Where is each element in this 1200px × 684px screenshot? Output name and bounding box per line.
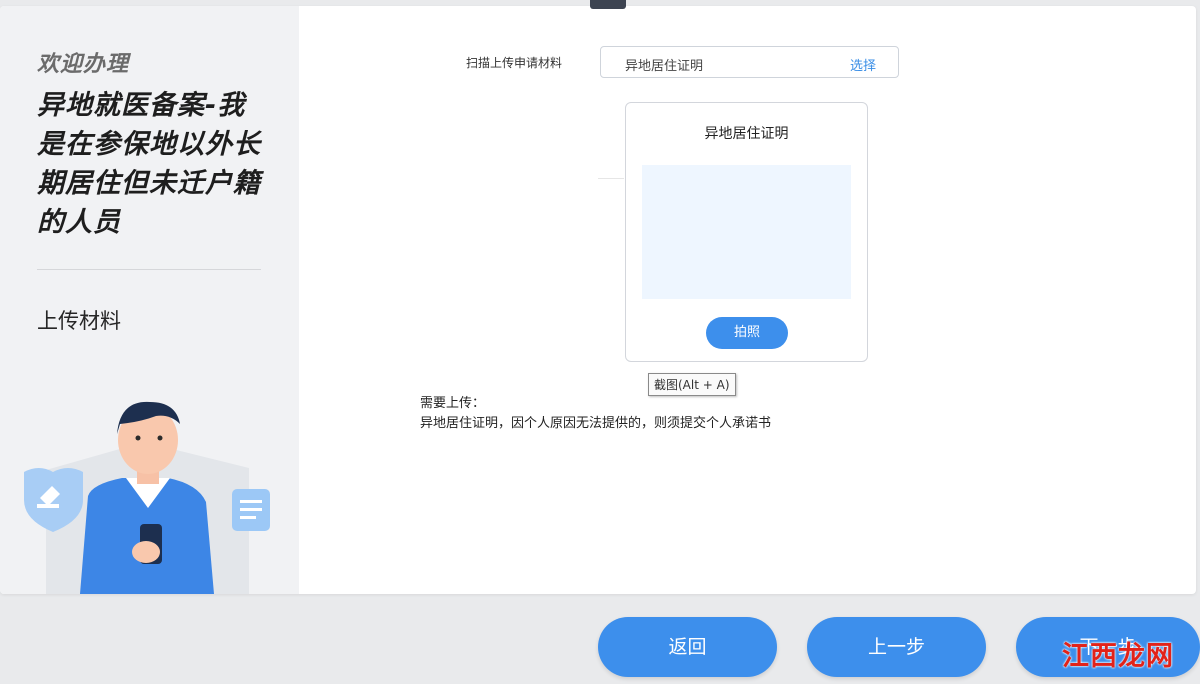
document-card: 异地居住证明 拍照 <box>625 102 868 362</box>
document-title: 异地居住证明 <box>704 126 789 142</box>
previous-step-button[interactable]: 上一步 <box>807 617 986 677</box>
screenshot-tooltip: 截图(Alt + A) <box>648 373 736 396</box>
selected-file-name: 异地居住证明 <box>625 59 704 74</box>
divider-line <box>598 178 624 179</box>
person-illustration <box>24 401 270 594</box>
current-step-label: 上传材料 <box>37 309 121 333</box>
document-preview[interactable] <box>642 165 851 299</box>
take-photo-button[interactable]: 拍照 <box>706 317 788 349</box>
sidebar-divider <box>37 269 261 270</box>
site-watermark: 江西龙网 <box>1062 641 1174 672</box>
welcome-text: 欢迎办理 <box>37 52 130 77</box>
requirements-heading: 需要上传： <box>420 396 486 411</box>
back-button[interactable]: 返回 <box>598 617 777 677</box>
upload-materials-label: 扫描上传申请材料 <box>466 56 563 70</box>
document-icon <box>232 489 270 531</box>
file-select-field[interactable]: 异地居住证明 选择 <box>600 46 899 78</box>
requirements-text: 异地居住证明，因个人原因无法提供的，则须提交个人承诺书 <box>420 416 772 431</box>
app-window: 欢迎办理 异地就医备案-我是在参保地以外长期居住但未迁户籍的人员 上传材料 扫描… <box>0 0 1200 684</box>
choose-file-link[interactable]: 选择 <box>850 55 876 74</box>
top-handle <box>590 0 626 9</box>
service-title: 异地就医备案-我是在参保地以外长期居住但未迁户籍的人员 <box>37 90 261 238</box>
sidebar: 欢迎办理 异地就医备案-我是在参保地以外长期居住但未迁户籍的人员 上传材料 <box>0 6 299 594</box>
main-card: 欢迎办理 异地就医备案-我是在参保地以外长期居住但未迁户籍的人员 上传材料 扫描… <box>0 6 1196 594</box>
